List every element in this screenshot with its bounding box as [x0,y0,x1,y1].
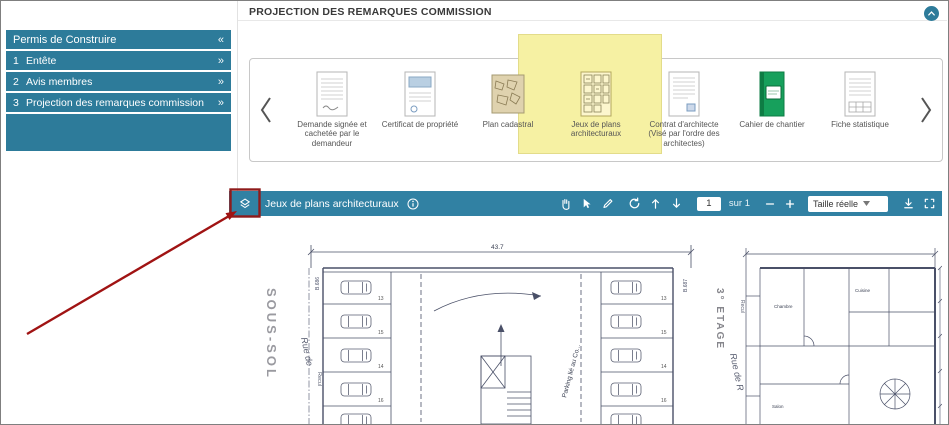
app-window: Permis de Construire « 1 Entête » 2 Avis… [0,0,949,425]
sidebar-panel-body [6,114,231,151]
svg-text:15: 15 [661,330,667,336]
svg-text:13: 13 [378,296,384,302]
sidebar: Permis de Construire « 1 Entête » 2 Avis… [6,30,231,151]
svg-text:13: 13 [661,296,667,302]
thumbnail-caption: Plan cadastral [482,120,534,129]
sidebar-item-avis-membres[interactable]: 2 Avis membres » [6,72,231,91]
zoom-out-icon[interactable] [764,198,776,210]
sidebar-header[interactable]: Permis de Construire « [6,30,231,49]
carousel-item-plan-cadastral[interactable]: Plan cadastral [464,69,552,157]
document-thumbnail-icon [490,69,526,117]
chevron-expand-icon[interactable]: » [218,97,224,109]
select-cursor-icon[interactable] [580,197,593,210]
document-thumbnail-icon [842,69,878,117]
document-carousel: Demande signée et cachetée par le demand… [249,34,943,162]
carousel-item-cahier-chantier[interactable]: Cahier de chantier [728,69,816,157]
etage-label: 3° ETAGE [714,288,725,350]
svg-text:14: 14 [378,364,384,370]
parking-structure [307,245,695,424]
sous-sol-label: SOUS-SOL [264,288,279,380]
marker-icon[interactable] [601,197,614,210]
page-up-icon[interactable] [649,197,662,210]
fullscreen-icon[interactable] [923,197,936,210]
carousel-items: Demande signée et cachetée par le demand… [288,69,904,157]
rue-left-label: Rue de [299,336,315,366]
svg-text:16: 16 [661,398,667,404]
item-number: 2 [13,75,19,88]
info-icon[interactable] [407,198,419,210]
b686-label: B.686 [315,277,321,290]
chevron-up-icon [928,11,935,16]
carousel-item-fiche-statistique[interactable]: Fiche statistique [816,69,904,157]
zoom-in-icon[interactable] [784,198,796,210]
page-title: PROJECTION DES REMARQUES COMMISSION [249,6,492,18]
item-label: Entête [26,54,57,67]
rue-right-label: Rue de R [728,352,746,392]
layers-icon [239,197,251,208]
item-number: 3 [13,96,19,109]
thumbnail-caption: Jeux de plans architecturaux [570,120,622,139]
apartment-plan [742,248,942,424]
room-label: Chambre [774,304,793,309]
chevron-expand-icon[interactable]: » [218,55,224,67]
collapse-section-button[interactable] [924,6,939,21]
dimension-label: 43.7 [491,244,504,251]
svg-text:14: 14 [661,364,667,370]
sidebar-item-projection-remarques[interactable]: 3 Projection des remarques commission » [6,93,231,112]
thumbnail-caption: Demande signée et cachetée par le demand… [297,120,367,148]
carousel-item-demande[interactable]: Demande signée et cachetée par le demand… [288,69,376,157]
document-thumbnail-icon [314,69,350,117]
page-number-input[interactable] [696,196,721,211]
document-thumbnail-icon [754,69,790,117]
carousel-item-contrat-architecte[interactable]: Contrat d'architecte (Visé par l'ordre d… [640,69,728,157]
header-divider [238,20,947,21]
b687-label: B.687 [683,279,689,292]
parked-cars [340,280,642,424]
panel-divider [237,1,238,191]
sidebar-item-entete[interactable]: 1 Entête » [6,51,231,70]
thumbnail-caption: Cahier de chantier [739,120,805,129]
room-label: Cuisine [855,288,871,293]
document-thumbnail-icon [666,69,702,117]
caret-down-icon [863,201,871,206]
thumbnail-caption: Fiche statistique [831,120,889,129]
thumbnail-caption: Certificat de propriété [381,120,459,129]
document-thumbnail-icon [578,69,614,117]
layers-button[interactable] [235,194,255,214]
parking-label: Parking lié au Co... [561,343,582,398]
chevron-right-icon [921,97,932,123]
zoom-level-label: Taille réelle [813,198,859,209]
carousel-item-certificat[interactable]: Certificat de propriété [376,69,464,157]
viewer-title: Jeux de plans architecturaux [265,197,399,210]
zoom-select[interactable]: Taille réelle [808,195,888,212]
annotation-arrow [26,215,229,336]
room-label: Salon [772,404,784,409]
thumbnail-caption: Contrat d'architecte (Visé par l'ordre d… [648,120,720,148]
item-number: 1 [13,54,19,67]
carousel-next-button[interactable] [919,95,933,125]
document-thumbnail-icon [402,69,438,117]
svg-text:15: 15 [378,330,384,336]
chevron-left-icon [260,97,271,123]
svg-text:16: 16 [378,398,384,404]
page-total-label: sur 1 [728,198,750,209]
item-label: Projection des remarques commission [26,96,204,109]
recul-right-label: Recul [739,300,745,313]
chevron-expand-icon[interactable]: » [218,76,224,88]
pan-hand-icon[interactable] [559,197,572,210]
pdf-toolbar: Jeux de plans architecturaux 1 sur 1 Tai… [229,191,942,216]
sidebar-title: Permis de Construire [13,33,117,46]
download-icon[interactable] [902,197,915,210]
collapse-left-icon[interactable]: « [218,34,224,46]
carousel-item-jeux-de-plans[interactable]: Jeux de plans architecturaux [552,69,640,157]
item-label: Avis membres [26,75,93,88]
page-down-icon[interactable] [670,197,683,210]
recul-left-label: Recul [316,372,322,386]
carousel-prev-button[interactable] [259,95,273,125]
floor-plan-drawing: SOUS-SOL Rue de Recul B.686 B.687 Parkin… [229,216,942,424]
rotate-icon[interactable] [628,197,641,210]
